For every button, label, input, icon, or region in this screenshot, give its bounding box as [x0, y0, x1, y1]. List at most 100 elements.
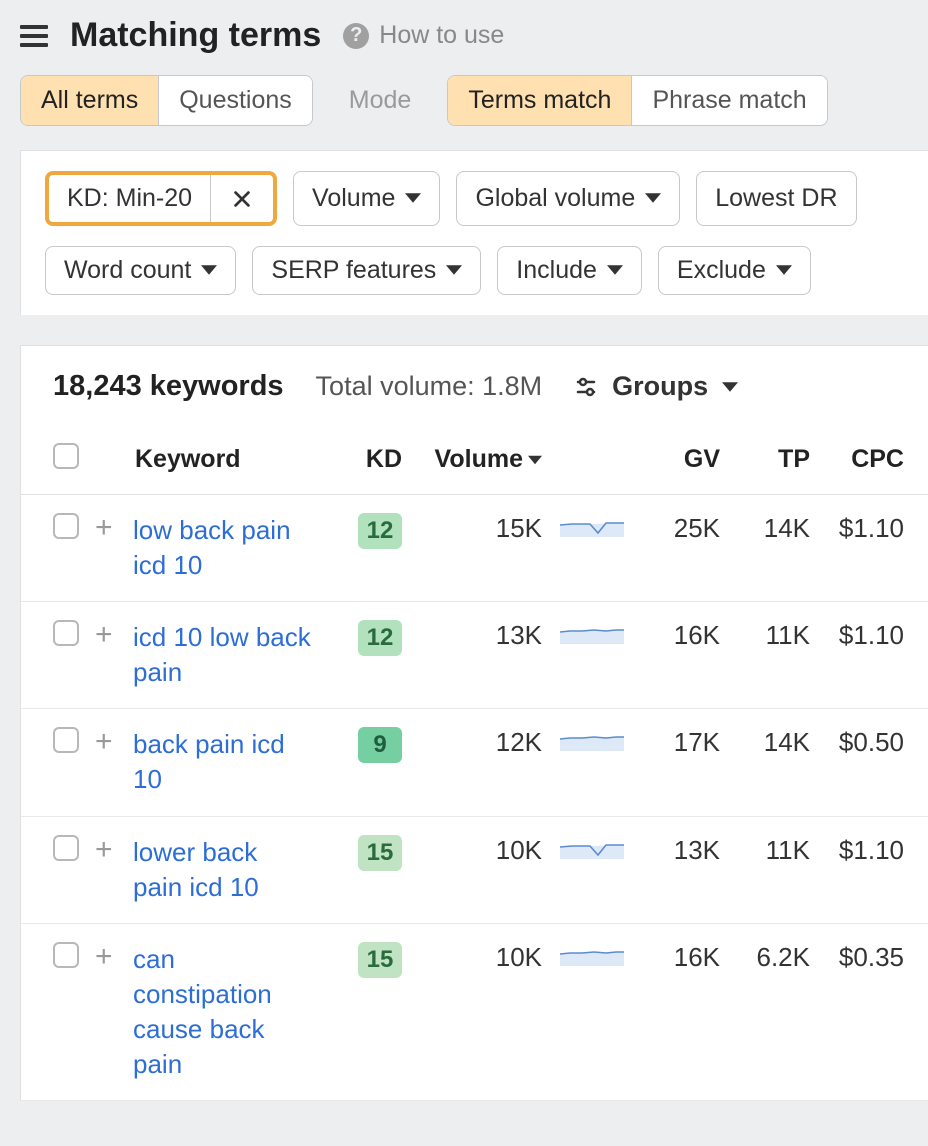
volume-cell: 13K — [410, 602, 550, 709]
add-icon[interactable]: + — [95, 618, 113, 651]
gv-cell: 16K — [638, 602, 728, 709]
col-tp[interactable]: TP — [728, 429, 818, 495]
tp-cell: 14K — [728, 709, 818, 816]
gv-cell: 16K — [638, 923, 728, 1100]
tab-phrase-match[interactable]: Phrase match — [632, 76, 826, 125]
filter-lowest-dr-label: Lowest DR — [715, 184, 837, 213]
chevron-down-icon — [446, 256, 462, 285]
kd-badge: 15 — [358, 942, 402, 978]
row-checkbox[interactable] — [53, 942, 79, 968]
filter-lowest-dr[interactable]: Lowest DR — [696, 171, 856, 226]
chevron-down-icon — [722, 379, 738, 395]
match-tabgroup: Terms match Phrase match — [447, 75, 827, 126]
filter-exclude[interactable]: Exclude — [658, 246, 811, 295]
filter-include[interactable]: Include — [497, 246, 642, 295]
tp-cell: 11K — [728, 602, 818, 709]
table-row: + icd 10 low back pain 1213K 16K11K$1.10 — [21, 602, 928, 709]
keywords-table: Keyword KD Volume GV TP CPC + low back pa… — [21, 429, 928, 1101]
cpc-cell: $1.10 — [818, 602, 928, 709]
cpc-cell: $1.10 — [818, 816, 928, 923]
filter-volume-label: Volume — [312, 184, 395, 213]
keyword-link[interactable]: low back pain icd 10 — [133, 513, 313, 583]
add-icon[interactable]: + — [95, 833, 113, 866]
kd-badge: 9 — [358, 727, 402, 763]
groups-button[interactable]: Groups — [574, 371, 738, 402]
tp-cell: 14K — [728, 495, 818, 602]
filter-global-volume[interactable]: Global volume — [456, 171, 680, 226]
filter-word-count[interactable]: Word count — [45, 246, 236, 295]
sort-down-icon — [528, 453, 542, 467]
mode-label: Mode — [349, 86, 412, 115]
row-checkbox[interactable] — [53, 620, 79, 646]
kd-badge: 12 — [358, 513, 402, 549]
row-checkbox[interactable] — [53, 727, 79, 753]
filter-include-label: Include — [516, 256, 597, 285]
trend-sparkline — [558, 942, 626, 970]
filter-volume[interactable]: Volume — [293, 171, 440, 226]
table-row: + can constipation cause back pain 1510K 16… — [21, 923, 928, 1100]
col-gv[interactable]: GV — [638, 429, 728, 495]
tp-cell: 11K — [728, 816, 818, 923]
page-title: Matching terms — [70, 16, 321, 55]
kd-badge: 15 — [358, 835, 402, 871]
tab-all-terms[interactable]: All terms — [21, 76, 159, 125]
filter-kd-chip[interactable]: KD: Min-20 — [45, 171, 277, 226]
table-row: + lower back pain icd 10 1510K 13K11K$1.10 — [21, 816, 928, 923]
terms-tabgroup: All terms Questions — [20, 75, 313, 126]
trend-sparkline — [558, 835, 626, 863]
row-checkbox[interactable] — [53, 835, 79, 861]
col-volume-label: Volume — [435, 445, 523, 474]
col-keyword[interactable]: Keyword — [127, 429, 340, 495]
keyword-link[interactable]: icd 10 low back pain — [133, 620, 313, 690]
table-row: +back pain icd 10912K17K14K$0.50 — [21, 709, 928, 816]
filters-card: KD: Min-20 Volume Global volume Lowest D… — [20, 150, 928, 315]
col-kd[interactable]: KD — [340, 429, 410, 495]
gv-cell: 25K — [638, 495, 728, 602]
filter-serp-features-label: SERP features — [271, 256, 436, 285]
filter-serp-features[interactable]: SERP features — [252, 246, 481, 295]
col-cpc[interactable]: CPC — [818, 429, 928, 495]
kd-badge: 12 — [358, 620, 402, 656]
trend-sparkline — [558, 727, 626, 755]
volume-cell: 10K — [410, 923, 550, 1100]
sliders-icon — [574, 375, 598, 399]
table-row: +low back pain icd 101215K25K14K$1.10 — [21, 495, 928, 602]
trend-sparkline — [558, 620, 626, 648]
cpc-cell: $0.50 — [818, 709, 928, 816]
filter-global-volume-label: Global volume — [475, 184, 635, 213]
filter-kd-remove[interactable] — [211, 179, 273, 219]
menu-icon[interactable] — [20, 25, 48, 47]
keyword-count: 18,243 keywords — [53, 370, 284, 403]
add-icon[interactable]: + — [95, 940, 113, 973]
total-volume: Total volume: 1.8M — [316, 371, 543, 402]
gv-cell: 17K — [638, 709, 728, 816]
keyword-link[interactable]: can constipation cause back pain — [133, 942, 313, 1082]
filter-word-count-label: Word count — [64, 256, 191, 285]
groups-label: Groups — [612, 371, 708, 402]
tab-questions[interactable]: Questions — [159, 76, 312, 125]
volume-cell: 15K — [410, 495, 550, 602]
col-volume[interactable]: Volume — [410, 429, 550, 495]
close-icon — [231, 188, 253, 210]
gv-cell: 13K — [638, 816, 728, 923]
volume-cell: 10K — [410, 816, 550, 923]
trend-sparkline — [558, 513, 626, 541]
chevron-down-icon — [645, 184, 661, 213]
help-icon: ? — [343, 23, 369, 49]
tp-cell: 6.2K — [728, 923, 818, 1100]
select-all-checkbox[interactable] — [53, 443, 79, 469]
add-icon[interactable]: + — [95, 725, 113, 758]
chevron-down-icon — [776, 256, 792, 285]
cpc-cell: $0.35 — [818, 923, 928, 1100]
row-checkbox[interactable] — [53, 513, 79, 539]
help-link[interactable]: ? How to use — [343, 21, 504, 50]
add-icon[interactable]: + — [95, 511, 113, 544]
filter-kd-label: KD: Min-20 — [49, 175, 211, 222]
chevron-down-icon — [405, 184, 421, 213]
keyword-link[interactable]: lower back pain icd 10 — [133, 835, 313, 905]
tab-terms-match[interactable]: Terms match — [448, 76, 632, 125]
filter-exclude-label: Exclude — [677, 256, 766, 285]
results-card: 18,243 keywords Total volume: 1.8M Group… — [20, 345, 928, 1101]
keyword-link[interactable]: back pain icd 10 — [133, 727, 313, 797]
chevron-down-icon — [201, 256, 217, 285]
